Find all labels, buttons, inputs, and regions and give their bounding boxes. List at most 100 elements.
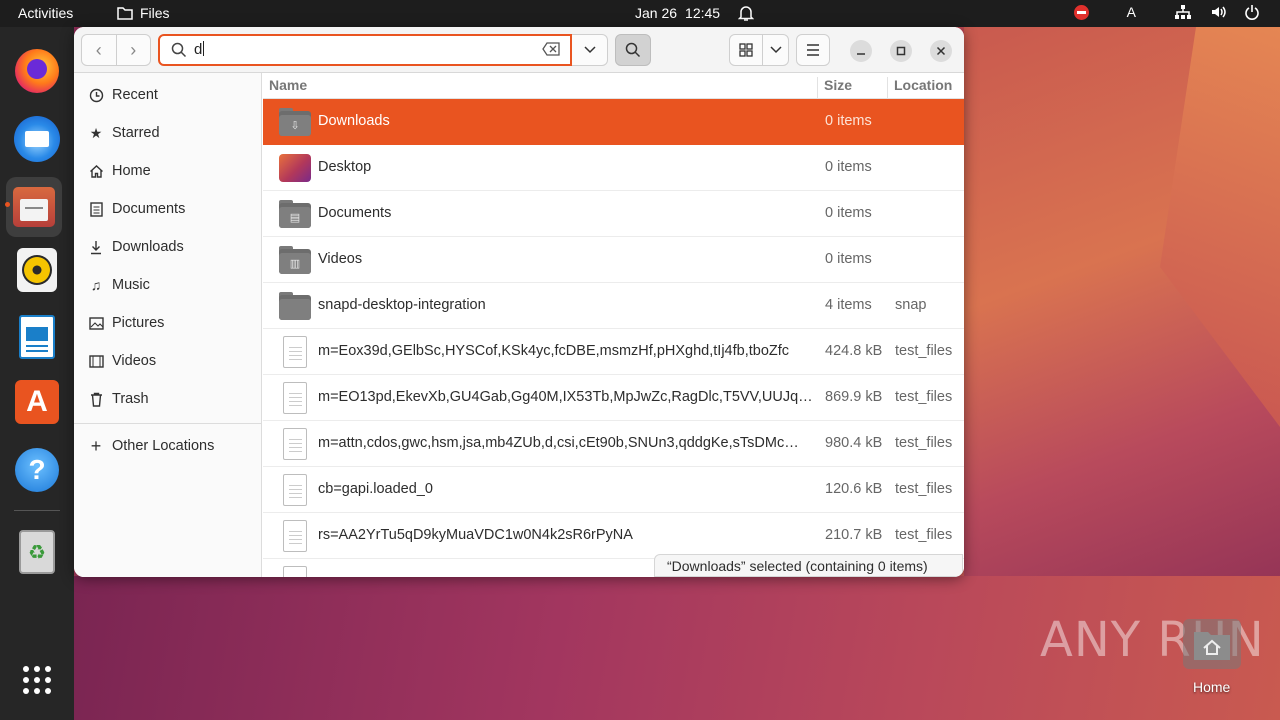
text-file-icon (279, 336, 311, 368)
file-list: Name Size Location ⇩ Downloads 0 items D… (263, 73, 964, 577)
dock-help[interactable]: ? (12, 445, 62, 495)
forward-button[interactable]: › (117, 35, 151, 65)
firefox-icon (15, 49, 59, 93)
app-name: Files (140, 5, 170, 21)
table-row[interactable]: ⇩ Downloads 0 items (263, 99, 964, 145)
table-row[interactable]: ▥ Videos 0 items (263, 237, 964, 283)
text-file-icon (279, 520, 311, 552)
sidebar-item-home[interactable]: Home (74, 152, 262, 190)
sidebar-item-recent[interactable]: Recent (74, 76, 262, 114)
search-field[interactable]: d (158, 34, 572, 66)
search-input[interactable]: d (194, 41, 202, 58)
file-location: test_files (895, 435, 953, 451)
network-icon[interactable] (1174, 4, 1192, 20)
sidebar-item-other-locations[interactable]: + Other Locations (74, 427, 262, 465)
folder-icon (279, 292, 311, 320)
clock[interactable]: Jan 26 12:45 (635, 5, 720, 21)
sidebar-item-label: Starred (112, 125, 160, 141)
sidebar-item-pictures[interactable]: Pictures (74, 304, 262, 342)
dock-writer[interactable] (12, 312, 62, 362)
column-header-location[interactable]: Location (894, 77, 952, 93)
dock-separator (14, 510, 60, 511)
back-button[interactable]: ‹ (82, 35, 117, 65)
system-tray[interactable]: A (1073, 4, 1260, 20)
table-row[interactable]: cb=gapi.loaded_0 120.6 kB test_files (263, 467, 964, 513)
status-bar: “Downloads” selected (containing 0 items… (654, 554, 963, 577)
view-buttons (729, 34, 789, 66)
table-row[interactable]: m=Eox39d,GElbSc,HYSCof,KSk4yc,fcDBE,msmz… (263, 329, 964, 375)
sidebar-item-label: Videos (112, 353, 157, 369)
sidebar-item-downloads[interactable]: Downloads (74, 228, 262, 266)
desktop-home-label[interactable]: Home (1193, 679, 1230, 695)
file-location: snap (895, 297, 927, 313)
maximize-button[interactable] (890, 40, 912, 62)
bell-icon[interactable] (737, 4, 755, 25)
app-menu[interactable]: Files (117, 5, 170, 21)
file-name: Desktop (318, 159, 372, 175)
minimize-button[interactable] (850, 40, 872, 62)
file-name: Documents (318, 205, 392, 221)
sidebar-item-trash[interactable]: Trash (74, 380, 262, 418)
text-file-icon (279, 428, 311, 460)
chevron-left-icon: ‹ (95, 39, 102, 60)
activities-button[interactable]: Activities (18, 5, 73, 21)
file-location: test_files (895, 481, 953, 497)
table-row[interactable]: snapd-desktop-integration 4 items snap (263, 283, 964, 329)
sidebar-item-documents[interactable]: Documents (74, 190, 262, 228)
thunderbird-icon (14, 116, 60, 162)
table-row[interactable]: Desktop 0 items (263, 145, 964, 191)
sidebar-item-music[interactable]: ♫ Music (74, 266, 262, 304)
dock-firefox[interactable] (12, 46, 62, 96)
trash-icon: ♻ (19, 530, 55, 574)
dock: A ? ♻ (0, 27, 74, 720)
dock-rhythmbox[interactable] (12, 245, 62, 295)
table-row[interactable]: m=attn,cdos,gwc,hsm,jsa,mb4ZUb,d,csi,cEt… (263, 421, 964, 467)
sidebar-item-label: Pictures (112, 315, 165, 331)
column-header-name[interactable]: Name (269, 77, 307, 93)
dock-app-center[interactable]: A (12, 377, 62, 427)
dock-show-apps[interactable] (12, 655, 62, 705)
text-cursor (203, 41, 205, 56)
videos-folder-icon: ▥ (279, 246, 311, 274)
sidebar-item-label: Documents (112, 201, 186, 217)
files-icon (13, 187, 55, 227)
file-size: 0 items (825, 251, 872, 267)
dock-thunderbird[interactable] (12, 114, 62, 164)
sidebar-item-videos[interactable]: Videos (74, 342, 262, 380)
maximize-icon (896, 46, 906, 56)
table-row[interactable]: m=EO13pd,EkevXb,GU4Gab,Gg40M,IX53Tb,MpJw… (263, 375, 964, 421)
app-grid-icon (23, 666, 51, 694)
column-headers: Name Size Location (263, 73, 964, 103)
table-row[interactable]: ▤ Documents 0 items (263, 191, 964, 237)
file-size: 0 items (825, 205, 872, 221)
clock-date: Jan 26 (635, 5, 678, 21)
desktop-home-icon[interactable] (1183, 619, 1241, 669)
view-options-button[interactable] (763, 35, 788, 65)
clear-text-icon[interactable] (542, 42, 560, 56)
do-not-disturb-icon[interactable] (1073, 4, 1089, 20)
clock-icon (88, 87, 104, 103)
header-bar: ‹ › d (74, 27, 964, 73)
trash-icon (88, 391, 104, 407)
column-header-size[interactable]: Size (824, 77, 852, 93)
volume-icon[interactable] (1210, 4, 1226, 20)
dock-trash[interactable]: ♻ (12, 527, 62, 577)
file-size: 980.4 kB (825, 435, 883, 451)
input-method-indicator[interactable]: A (1127, 4, 1136, 20)
close-icon (936, 46, 946, 56)
dock-files[interactable] (6, 177, 62, 237)
table-row[interactable]: rs=AA2YrTu5qD9kyMuaVDC1w0N4k2sR6rPyNA 21… (263, 513, 964, 559)
grid-icon (739, 43, 753, 57)
file-location: test_files (895, 343, 953, 359)
file-name: Downloads (318, 113, 390, 129)
search-options-button[interactable] (572, 34, 608, 66)
close-button[interactable] (930, 40, 952, 62)
sidebar-item-starred[interactable]: ★ Starred (74, 114, 262, 152)
chevron-right-icon: › (130, 39, 137, 60)
sidebar-item-label: Other Locations (112, 438, 215, 454)
main-menu-button[interactable] (796, 34, 830, 66)
grid-view-button[interactable] (730, 35, 763, 65)
file-name: m=Eox39d,GElbSc,HYSCof,KSk4yc,fcDBE,msmz… (318, 343, 790, 359)
search-toggle-button[interactable] (615, 34, 651, 66)
power-icon[interactable] (1244, 4, 1260, 20)
